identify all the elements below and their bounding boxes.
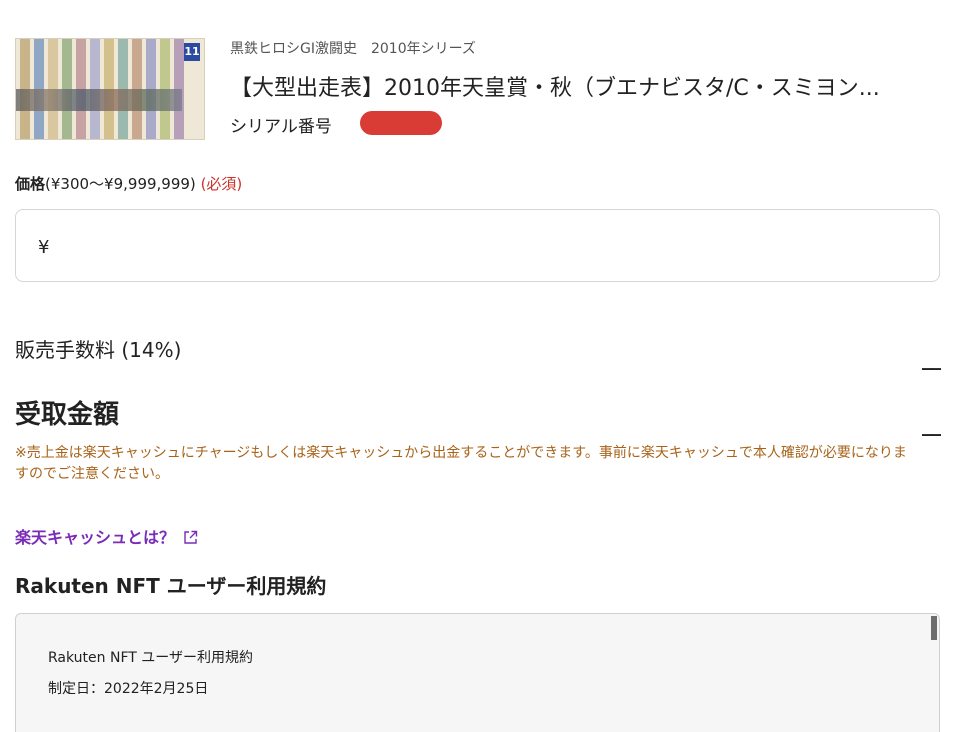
price-label-main: 価格: [15, 175, 46, 193]
product-thumbnail: 11: [15, 38, 205, 140]
price-input-box[interactable]: ¥: [15, 209, 940, 282]
terms-heading: Rakuten NFT ユーザー利用規約: [15, 574, 327, 598]
external-link-icon: [183, 530, 198, 549]
series-name: 黒鉄ヒロシGⅠ激闘史 2010年シリーズ: [230, 41, 476, 57]
terms-title: Rakuten NFT ユーザー利用規約: [48, 650, 253, 666]
terms-scrollbar[interactable]: [931, 616, 937, 640]
product-summary: 11 黒鉄ヒロシGⅠ激闘史 2010年シリーズ 【大型出走表】2010年天皇賞・…: [15, 34, 945, 142]
rakuten-cash-link-label: 楽天キャッシュとは？: [15, 528, 176, 547]
fee-label: 販売手数料 (14%): [15, 338, 182, 362]
terms-scroll-box[interactable]: Rakuten NFT ユーザー利用規約 制定日：2022年2月25日: [15, 613, 940, 732]
cash-note: ※売上金は楽天キャッシュにチャージもしくは楽天キャッシュから出金することができま…: [15, 445, 907, 482]
terms-date: 制定日：2022年2月25日: [48, 681, 209, 697]
receive-amount-value: __: [922, 412, 941, 436]
receive-amount-label: 受取金額: [15, 400, 120, 430]
required-marker: (必須): [200, 175, 243, 193]
rakuten-cash-link[interactable]: 楽天キャッシュとは？: [15, 524, 198, 549]
serial-number-redaction: [360, 111, 442, 135]
product-title: 【大型出走表】2010年天皇賞・秋（ブエナビスタ/C・スミヨン...: [230, 76, 880, 101]
serial-label: シリアル番号: [230, 117, 332, 137]
price-input[interactable]: [64, 228, 924, 264]
price-label: 価格(¥300〜¥9,999,999) (必須): [15, 173, 242, 194]
currency-symbol: ¥: [38, 237, 50, 258]
fee-value: __: [922, 346, 941, 370]
price-range: (¥300〜¥9,999,999): [45, 175, 196, 193]
race-number-badge: 11: [184, 43, 200, 61]
